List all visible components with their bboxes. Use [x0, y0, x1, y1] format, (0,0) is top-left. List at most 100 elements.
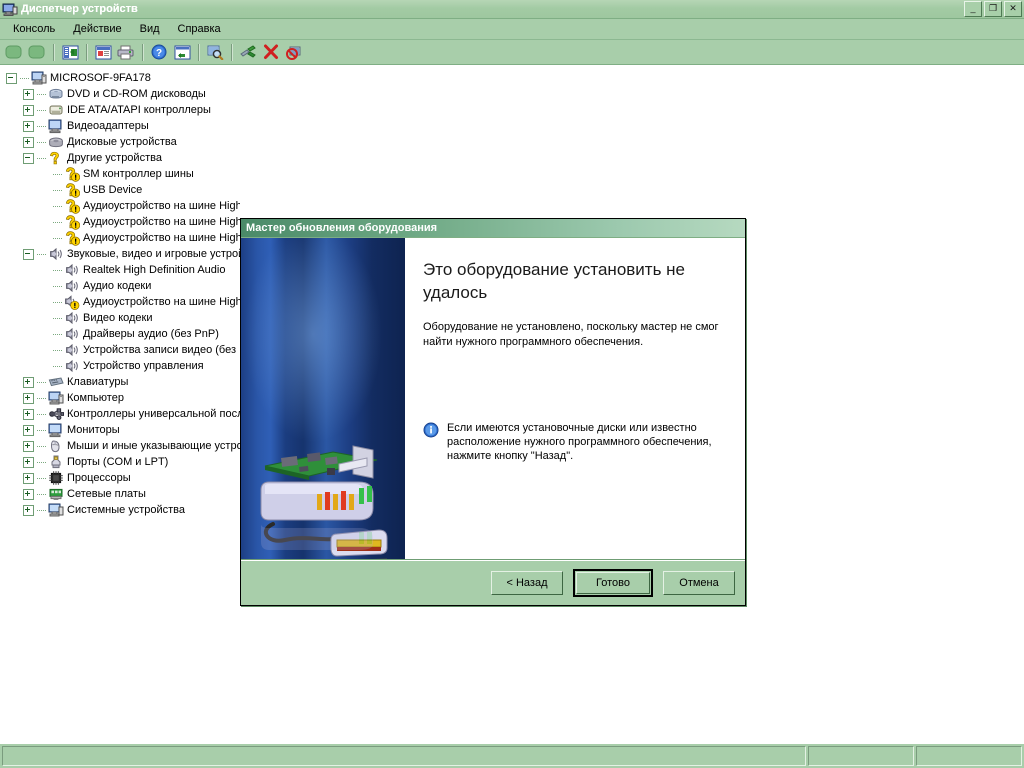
tree-node-label: Мониторы — [67, 424, 120, 436]
print-button[interactable] — [115, 42, 137, 63]
tree-node-label: Realtek High Definition Audio — [83, 264, 226, 276]
expand-icon[interactable] — [23, 488, 34, 500]
tree-node-label: Аудиоустройство на шине High I — [83, 216, 240, 228]
properties-button[interactable] — [92, 42, 114, 63]
tree-node[interactable]: Видео кодеки — [0, 310, 240, 326]
expand-icon[interactable] — [23, 408, 34, 420]
disable-button[interactable] — [283, 42, 305, 63]
tree-connector — [37, 413, 47, 415]
dialog-note-text: Если имеются установочные диски или изве… — [447, 422, 712, 462]
help-button[interactable]: ? — [148, 42, 170, 63]
tree-node[interactable]: SM контроллер шины — [0, 166, 240, 182]
tree-node[interactable]: Процессоры — [0, 470, 240, 486]
tree-node[interactable]: Аудиоустройство на шине High I — [0, 230, 240, 246]
sound-icon — [64, 262, 80, 278]
expand-icon[interactable] — [23, 120, 34, 132]
close-button[interactable]: ✕ — [1004, 1, 1022, 17]
tree-node-label: Системные устройства — [67, 504, 186, 516]
refresh-view-button[interactable] — [171, 42, 193, 63]
restore-button[interactable]: ❐ — [984, 1, 1002, 17]
tree-node[interactable]: DVD и CD-ROM дисководы — [0, 86, 240, 102]
device-tree[interactable]: MICROSOF-9FA178 DVD и CD-ROM дисководы IDE… — [0, 66, 240, 743]
tree-node[interactable]: Дисковые устройства — [0, 134, 240, 150]
menu-view[interactable]: Вид — [131, 20, 169, 38]
minimize-button[interactable]: _ — [964, 1, 982, 17]
sound-icon — [48, 246, 64, 262]
menubar: Консоль Действие Вид Справка — [0, 19, 1024, 40]
uninstall-button[interactable] — [260, 42, 282, 63]
expand-icon[interactable] — [23, 104, 34, 116]
close-icon: ✕ — [1009, 2, 1017, 13]
tree-node[interactable]: Компьютер — [0, 390, 240, 406]
tree-node[interactable]: Клавиатуры — [0, 374, 240, 390]
tree-node[interactable]: Другие устройства — [0, 150, 240, 166]
expand-icon[interactable] — [23, 456, 34, 468]
dialog-paragraph: Оборудование не установлено, поскольку м… — [423, 321, 719, 348]
cancel-button[interactable]: Отмена — [663, 571, 735, 595]
sound-warning-icon — [64, 294, 80, 310]
restore-icon: ❐ — [988, 2, 998, 13]
tree-node[interactable]: Звуковые, видео и игровые устрой — [0, 246, 240, 262]
tree-node[interactable]: Realtek High Definition Audio — [0, 262, 240, 278]
finish-button-label: Готово — [596, 577, 630, 589]
disable-icon — [285, 46, 300, 60]
status-pane-2 — [808, 746, 914, 766]
tree-node[interactable]: Контроллеры универсальной после — [0, 406, 240, 422]
tree-connector — [53, 221, 63, 223]
tree-node[interactable]: Драйверы аудио (без PnP) — [0, 326, 240, 342]
tree-node[interactable]: Видеоадаптеры — [0, 118, 240, 134]
menu-action[interactable]: Действие — [64, 20, 130, 38]
forward-button[interactable] — [26, 42, 48, 63]
tree-node[interactable]: Устройство управления — [0, 358, 240, 374]
toolbar-separator — [86, 43, 88, 61]
properties-icon — [95, 45, 111, 59]
dialog-body: Это оборудование установить не удалось О… — [241, 238, 745, 560]
tree-connector — [53, 237, 63, 239]
tree-node[interactable]: Порты (COM и LPT) — [0, 454, 240, 470]
menu-console[interactable]: Консоль — [4, 20, 64, 38]
tree-root-node[interactable]: MICROSOF-9FA178 — [0, 70, 240, 86]
menu-help[interactable]: Справка — [169, 20, 230, 38]
tree-node[interactable]: Мыши и иные указывающие устрой — [0, 438, 240, 454]
tree-node[interactable]: Устройства записи видео (без I — [0, 342, 240, 358]
tree-connector — [53, 301, 63, 303]
show-console-tree-button[interactable] — [59, 42, 81, 63]
expand-icon[interactable] — [23, 392, 34, 404]
tree-node-label: Другие устройства — [67, 152, 162, 164]
warning-device-icon — [64, 182, 80, 198]
tree-node[interactable]: Системные устройства — [0, 502, 240, 518]
red-x-icon — [264, 44, 278, 59]
finish-button[interactable]: Готово — [573, 569, 653, 597]
expand-icon[interactable] — [23, 136, 34, 148]
tree-node-label: Порты (COM и LPT) — [67, 456, 169, 468]
sound-icon — [64, 342, 80, 358]
expand-icon[interactable] — [23, 88, 34, 100]
toolbar-separator — [53, 43, 55, 61]
update-driver-button[interactable] — [237, 42, 259, 63]
back-button[interactable] — [3, 42, 25, 63]
expand-icon[interactable] — [23, 424, 34, 436]
tree-node[interactable]: Аудиоустройство на шине High I — [0, 198, 240, 214]
collapse-icon[interactable] — [6, 72, 17, 84]
tree-node[interactable]: USB Device — [0, 182, 240, 198]
expand-icon[interactable] — [23, 472, 34, 484]
tree-node[interactable]: Мониторы — [0, 422, 240, 438]
tree-node[interactable]: Аудиоустройство на шине High I — [0, 214, 240, 230]
tree-node[interactable]: Сетевые платы — [0, 486, 240, 502]
back-button[interactable]: < Назад — [491, 571, 563, 595]
tree-node[interactable]: Аудиоустройство на шине High I — [0, 294, 240, 310]
tree-connector — [53, 349, 63, 351]
collapse-icon[interactable] — [23, 152, 34, 164]
tree-node-label: Процессоры — [67, 472, 131, 484]
warning-device-icon — [64, 230, 80, 246]
expand-icon[interactable] — [23, 440, 34, 452]
expand-icon[interactable] — [23, 376, 34, 388]
expand-icon[interactable] — [23, 504, 34, 516]
tree-node[interactable]: Аудио кодеки — [0, 278, 240, 294]
collapse-icon[interactable] — [23, 248, 34, 260]
tree-node[interactable]: IDE ATA/ATAPI контроллеры — [0, 102, 240, 118]
tree-connector — [53, 205, 63, 207]
tree-node-label: Дисковые устройства — [67, 136, 177, 148]
tree-connector — [37, 141, 47, 143]
scan-hardware-button[interactable] — [204, 42, 226, 63]
